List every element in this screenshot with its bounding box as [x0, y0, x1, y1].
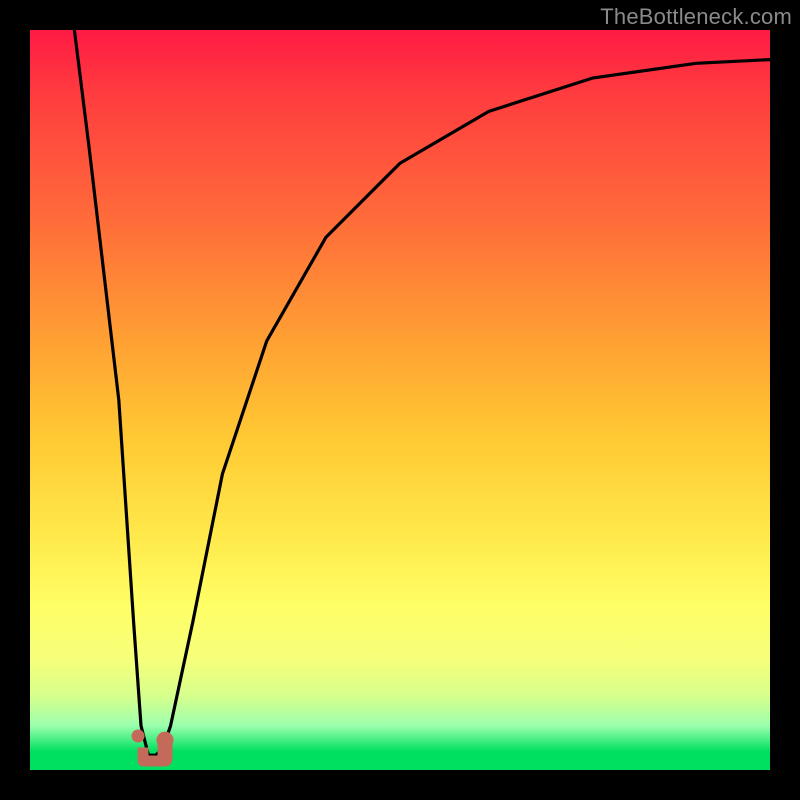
chart-curve-layer [30, 30, 770, 770]
watermark-text: TheBottleneck.com [600, 4, 792, 30]
chart-frame: TheBottleneck.com [0, 0, 800, 800]
optimal-region-marker [132, 730, 173, 766]
bottleneck-curve [74, 30, 770, 755]
